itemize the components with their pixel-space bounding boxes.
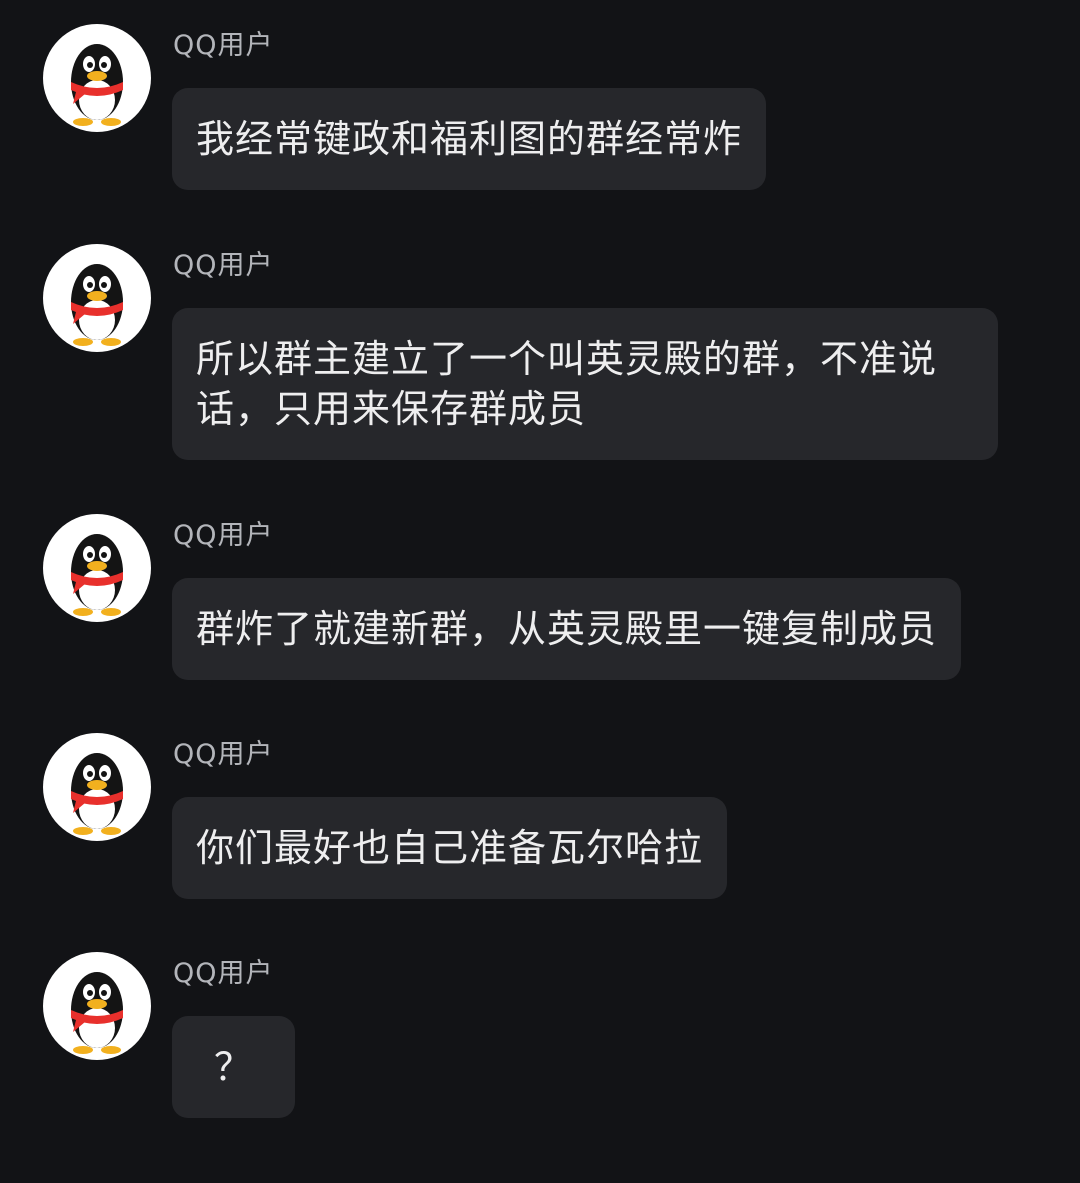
sender-name: QQ用户 [173, 520, 274, 551]
avatar[interactable] [43, 24, 151, 132]
sender-name: QQ用户 [173, 250, 274, 281]
sender-name: QQ用户 [173, 739, 274, 770]
message-bubble[interactable]: ？ [172, 1016, 295, 1118]
sender-name: QQ用户 [173, 30, 274, 61]
qq-penguin-icon [71, 753, 123, 835]
chat-history: QQ用户 我经常键政和福利图的群经常炸 QQ用户 所以群主建立了一个叫英灵殿的群… [0, 0, 1080, 1183]
message-bubble[interactable]: 你们最好也自己准备瓦尔哈拉 [172, 797, 728, 899]
qq-penguin-icon [71, 534, 123, 616]
avatar[interactable] [43, 733, 151, 841]
avatar[interactable] [43, 514, 151, 622]
qq-penguin-icon [71, 972, 123, 1054]
message-bubble[interactable]: 群炸了就建新群，从英灵殿里一键复制成员 [172, 578, 962, 680]
message-bubble[interactable]: 所以群主建立了一个叫英灵殿的群，不准说话，只用来保存群成员 [172, 308, 998, 460]
avatar[interactable] [43, 952, 151, 1060]
qq-penguin-icon [71, 44, 123, 126]
message-bubble[interactable]: 我经常键政和福利图的群经常炸 [172, 88, 767, 190]
avatar[interactable] [43, 244, 151, 352]
sender-name: QQ用户 [173, 958, 274, 989]
qq-penguin-icon [71, 264, 123, 346]
